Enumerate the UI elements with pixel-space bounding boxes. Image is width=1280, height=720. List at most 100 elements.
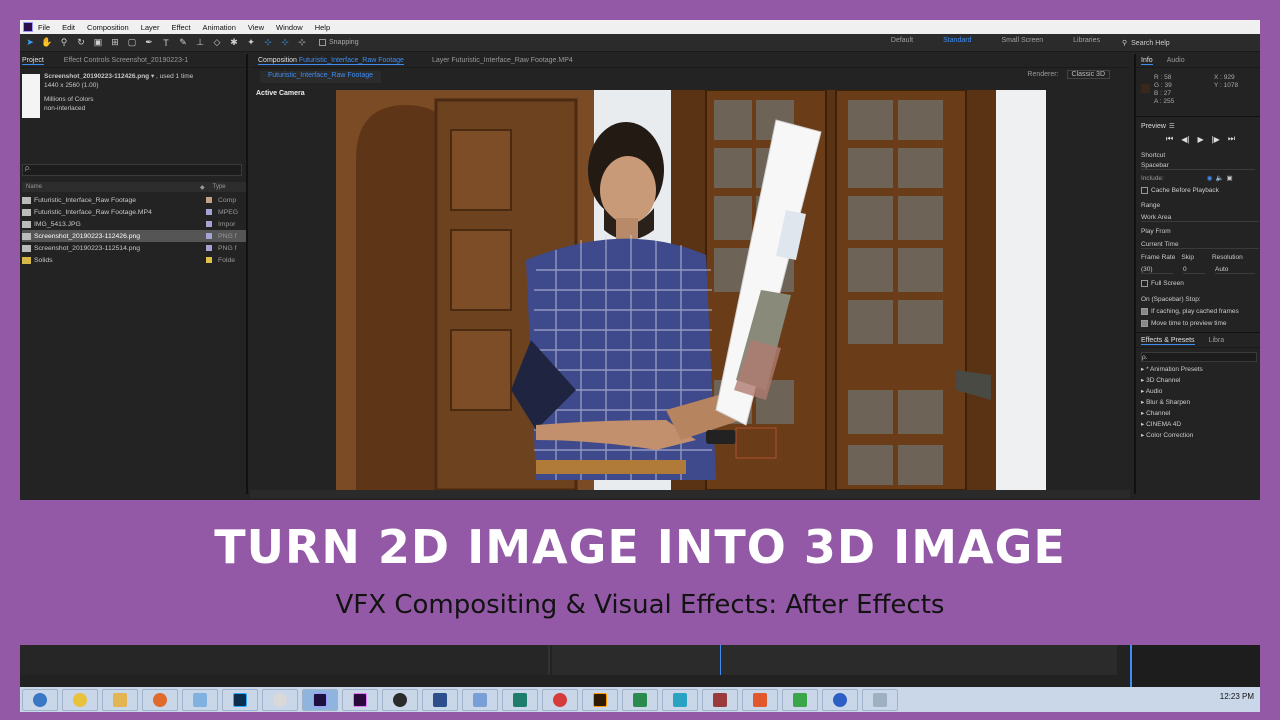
include-audio-icon[interactable]: 🔈 [1215,174,1223,182]
rar-icon[interactable] [742,688,778,711]
app-blue-icon[interactable] [822,688,858,711]
menu-edit[interactable]: Edit [62,23,75,32]
include-overlays-icon[interactable]: ▣ [1227,174,1233,182]
play-from-select[interactable]: Current Time [1141,241,1259,249]
stop-option-cache[interactable]: If caching, play cached frames [1141,308,1239,315]
illustrator-icon[interactable] [582,688,618,711]
menu-window[interactable]: Window [276,23,303,32]
composition-viewer[interactable] [336,90,1046,490]
project-item[interactable]: Futuristic_Interface_Raw Footage Comp [22,194,246,206]
label-column-icon[interactable]: ◆ [200,184,205,191]
first-frame-icon[interactable]: ⏮ [1166,134,1173,144]
snapping-toggle[interactable]: Snapping [319,39,359,46]
project-search-input[interactable]: ρ. [22,164,242,176]
skip-select[interactable]: 0 [1183,266,1205,274]
windows-start-icon[interactable] [22,688,58,711]
tab-effect-controls[interactable]: Effect Controls Screenshot_20190223-1 [64,57,188,64]
effects-category[interactable]: ▸ Channel [1141,408,1203,419]
playhead[interactable] [720,645,721,675]
folder-icon[interactable] [102,688,138,711]
edit-icon[interactable] [702,688,738,711]
app-icon[interactable] [422,688,458,711]
workspace-libraries[interactable]: Libraries [1073,37,1100,44]
effects-search-input[interactable]: ρ. [1141,352,1257,362]
tab-info[interactable]: Info [1141,57,1153,65]
camera-tool-icon[interactable]: ▣ [91,36,105,50]
menu-help[interactable]: Help [315,23,330,32]
clone-stamp-tool-icon[interactable]: ⊥ [193,36,207,50]
excel-icon[interactable] [622,688,658,711]
project-item-selected[interactable]: Screenshot_20190223-112426.png PNG f [22,230,246,242]
tab-effects-presets[interactable]: Effects & Presets [1141,337,1195,345]
network-icon[interactable] [862,688,898,711]
ae-app-icon[interactable] [23,22,33,32]
effects-category[interactable]: ▸ 3D Channel [1141,375,1203,386]
media-icon[interactable] [262,688,298,711]
play-icon[interactable]: ▶ [1197,135,1203,144]
composition-subtab[interactable]: Futuristic_Interface_Raw Footage [260,71,382,83]
rectangle-tool-icon[interactable]: ▢ [125,36,139,50]
stop-option-move-time[interactable]: Move time to preview time [1141,320,1227,327]
effects-category[interactable]: ▸ CINEMA 4D [1141,419,1203,430]
zoom-tool-icon[interactable]: ⚲ [57,36,71,50]
view-axis-icon[interactable]: ⊹ [295,36,309,50]
renderer-control[interactable]: Renderer: Classic 3D [1023,70,1110,79]
tab-libraries[interactable]: Libra [1209,337,1225,344]
local-axis-icon[interactable]: ⊹ [261,36,275,50]
menu-file[interactable]: File [38,23,50,32]
menu-view[interactable]: View [248,23,264,32]
next-frame-icon[interactable]: |▶ [1212,135,1220,144]
menu-animation[interactable]: Animation [203,23,236,32]
eraser-tool-icon[interactable]: ◇ [210,36,224,50]
column-type[interactable]: Type [213,184,226,190]
menu-effect[interactable]: Effect [171,23,190,32]
project-item[interactable]: Solids Folde [22,254,246,266]
obs-icon[interactable] [382,688,418,711]
hand-tool-icon[interactable]: ✋ [40,36,54,50]
full-screen-checkbox[interactable]: Full Screen [1141,280,1184,287]
last-frame-icon[interactable]: ⏭ [1228,134,1235,144]
world-axis-icon[interactable]: ⊹ [278,36,292,50]
column-name[interactable]: Name [22,184,200,190]
shortcut-select[interactable]: Spacebar [1141,162,1255,170]
app-green-icon[interactable] [782,688,818,711]
include-video-icon[interactable]: ◉ [1207,174,1213,182]
workspace-small-screen[interactable]: Small Screen [1002,37,1044,44]
tab-audio[interactable]: Audio [1167,57,1185,64]
viewer-controls-bar[interactable] [250,490,1130,498]
resolution-select[interactable]: Auto [1215,266,1255,274]
chrome-icon[interactable] [62,688,98,711]
snapping-checkbox[interactable] [319,39,326,46]
project-item[interactable]: Screenshot_20190223-112514.png PNG f [22,242,246,254]
notepad-icon[interactable] [182,688,218,711]
effects-category[interactable]: ▸ * Animation Presets [1141,364,1203,375]
cache-before-playback[interactable]: Cache Before Playback [1141,187,1219,194]
workspace-standard[interactable]: Standard [943,37,971,44]
tab-composition[interactable]: Composition Futuristic_Interface_Raw Foo… [258,57,404,65]
puppet-tool-icon[interactable]: ✦ [244,36,258,50]
firefox-icon[interactable] [142,688,178,711]
pan-behind-tool-icon[interactable]: ⊞ [108,36,122,50]
framerate-select[interactable]: (30) [1141,266,1173,274]
search-help[interactable]: ⚲ Search Help [1122,37,1252,49]
prev-frame-icon[interactable]: ◀| [1181,135,1189,144]
rotate-tool-icon[interactable]: ↻ [74,36,88,50]
workspace-default[interactable]: Default [891,37,913,44]
timeline-layer-area[interactable] [20,645,550,675]
photoshop-icon[interactable] [222,688,258,711]
menu-composition[interactable]: Composition [87,23,129,32]
project-item[interactable]: Futuristic_Interface_Raw Footage.MP4 MPE… [22,206,246,218]
roto-brush-tool-icon[interactable]: ✱ [227,36,241,50]
word-icon[interactable] [462,688,498,711]
vlc-icon[interactable] [662,688,698,711]
after-effects-icon[interactable] [302,688,338,711]
selection-tool-icon[interactable]: ➤ [23,36,37,50]
effects-category[interactable]: ▸ Blur & Sharpen [1141,397,1203,408]
arrow-icon[interactable] [502,688,538,711]
app-red-icon[interactable] [542,688,578,711]
type-tool-icon[interactable]: T [159,36,173,50]
brush-tool-icon[interactable]: ✎ [176,36,190,50]
timeline-track-area[interactable] [552,645,1117,675]
premiere-icon[interactable] [342,688,378,711]
effects-category[interactable]: ▸ Color Correction [1141,430,1203,441]
